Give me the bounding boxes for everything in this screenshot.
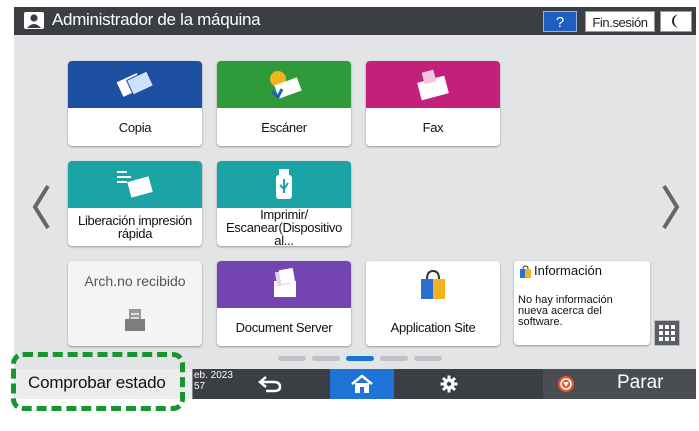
tile-header	[217, 61, 351, 108]
header-bar: Administrador de la máquina ? Fin.sesión	[14, 7, 696, 35]
home-icon	[351, 374, 373, 393]
page-dot[interactable]	[414, 356, 442, 361]
information-text: No hay información nueva acerca del soft…	[518, 294, 613, 328]
page-dot[interactable]	[380, 356, 408, 361]
check-status-highlight	[11, 352, 185, 411]
tile-label: Copia	[118, 119, 152, 135]
back-icon[interactable]	[256, 375, 286, 393]
page-dot-active[interactable]	[346, 356, 374, 361]
scanner-icon	[270, 71, 302, 100]
moon-icon	[672, 14, 678, 28]
document-server-icon	[274, 267, 296, 297]
app-list-button[interactable]	[654, 320, 680, 346]
gear-icon[interactable]	[440, 375, 458, 393]
energy-saver-button[interactable]	[660, 11, 692, 32]
print-release-icon	[117, 171, 153, 198]
tile-header	[68, 161, 202, 208]
logout-button[interactable]: Fin.sesión	[585, 11, 655, 32]
tile-label: Application Site	[390, 319, 476, 335]
information-title: Información	[534, 263, 602, 278]
tile-label: Escáner	[261, 119, 307, 135]
app-tile-document-server[interactable]: Document Server	[217, 261, 351, 346]
tile-label: Liberación impresión rápida	[78, 213, 192, 241]
fax-icon	[417, 69, 449, 101]
page-dot[interactable]	[312, 356, 340, 361]
app-tile-quick-print-release[interactable]: Liberación impresión rápida	[68, 161, 202, 246]
information-widget[interactable]: Información No hay información nueva ace…	[514, 261, 650, 345]
tile-header	[68, 61, 202, 108]
user-icon	[24, 12, 44, 29]
date-time: eb. 2023 57	[194, 370, 233, 392]
information-bag-icon	[520, 265, 531, 278]
stop-button[interactable]: Parar	[543, 369, 696, 399]
tile-label: Fax	[422, 119, 444, 135]
app-tile-scanner[interactable]: Escáner	[217, 61, 351, 146]
previous-page-arrow[interactable]	[30, 182, 54, 232]
next-page-arrow[interactable]	[658, 182, 682, 232]
tile-header	[217, 161, 351, 208]
help-button[interactable]: ?	[543, 11, 577, 32]
inbox-tray-icon	[125, 309, 145, 331]
device-screen: Administrador de la máquina ? Fin.sesión…	[14, 7, 696, 399]
app-tile-print-scan-memory[interactable]: Imprimir/Escanear(Dispositivo al...	[217, 161, 351, 246]
tile-label: Imprimir/Escanear(Dispositivo al...	[225, 206, 343, 247]
tile-label: Arch.no recibido	[84, 273, 186, 289]
copy-icon	[116, 70, 155, 97]
app-tile-application-site[interactable]: Application Site	[366, 261, 500, 346]
usb-icon	[276, 169, 292, 199]
page-title: Administrador de la máquina	[52, 10, 261, 29]
home-button[interactable]	[330, 369, 394, 399]
app-tile-copy[interactable]: Copia	[68, 61, 202, 146]
app-tile-fax[interactable]: Fax	[366, 61, 500, 146]
stop-icon	[558, 376, 574, 392]
tile-header	[366, 61, 500, 108]
stop-label: Parar	[617, 372, 664, 393]
app-tile-unreceived-files[interactable]: Arch.no recibido	[68, 261, 202, 346]
page-dot[interactable]	[278, 356, 306, 361]
tile-header	[366, 261, 500, 308]
shopping-bag-icon	[421, 269, 445, 299]
tile-label: Document Server	[235, 319, 333, 335]
grid-icon	[659, 325, 675, 341]
tile-header	[217, 261, 351, 308]
